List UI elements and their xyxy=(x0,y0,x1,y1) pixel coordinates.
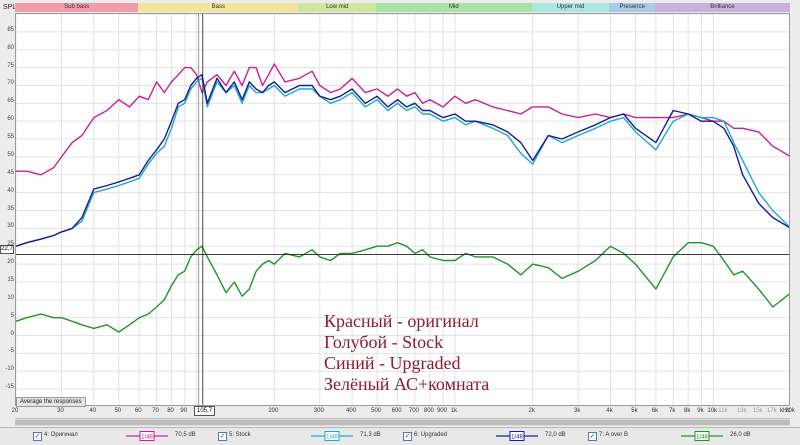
y-tick-label: 55 xyxy=(7,134,14,141)
checkbox-icon[interactable]: ✓ xyxy=(218,432,227,441)
y-tick-label: 70 xyxy=(7,80,14,87)
annotation-line: Синий - Upgraded xyxy=(324,353,461,373)
x-tick-label: 900 xyxy=(437,408,448,414)
cursor-x-readout: 105,7 xyxy=(194,406,216,416)
legend-name: 5: Stock xyxy=(229,432,251,438)
x-tick-label: 7k xyxy=(669,408,676,414)
frequency-band: Presence xyxy=(609,3,655,12)
checkbox-icon[interactable]: ✓ xyxy=(403,432,412,441)
smoothing-label: 1/48 xyxy=(141,435,153,441)
x-tick-label: 17k xyxy=(766,408,777,414)
checkbox-icon[interactable]: ✓ xyxy=(588,432,597,441)
annotation-line: Голубой - Stock xyxy=(324,332,444,352)
x-tick-label: 4k xyxy=(606,408,613,414)
y-tick-label: 20 xyxy=(7,259,14,266)
y-tick-label: 65 xyxy=(7,98,14,105)
x-tick-label: 90 xyxy=(180,408,188,414)
x-tick-label: 10k xyxy=(707,408,718,414)
y-tick-label: 45 xyxy=(7,169,14,176)
frequency-band: Upper mid xyxy=(531,3,610,12)
line-swatch-icon[interactable]: 1/48 xyxy=(126,431,168,441)
x-tick-label: 3k xyxy=(573,408,581,414)
scrollbar-thumb[interactable] xyxy=(15,420,790,425)
y-tick-label: 50 xyxy=(7,151,14,158)
x-tick-label: 200 xyxy=(268,408,279,414)
x-tick-label: 11k xyxy=(718,408,728,414)
x-tick-label: 500 xyxy=(371,408,382,414)
series-group xyxy=(16,63,789,333)
y-tick-label: -15 xyxy=(5,384,14,391)
y-tick-label: 0 xyxy=(10,330,14,337)
x-tick-label: 60 xyxy=(134,408,142,414)
x-tick-label: 1k xyxy=(450,408,458,414)
horizontal-scrollbar[interactable] xyxy=(15,418,790,426)
legend-level: 70,5 dB xyxy=(175,432,196,438)
frequency-band: Bass xyxy=(138,3,299,12)
series-line xyxy=(16,74,789,247)
y-tick-label: 5 xyxy=(10,312,14,319)
checkbox-icon[interactable]: ✓ xyxy=(33,432,42,441)
line-swatch-icon[interactable]: 1/48 xyxy=(311,431,353,441)
legend-level: 26,0 dB xyxy=(730,432,751,438)
x-tick-label: 700 xyxy=(408,408,419,414)
x-tick-label: 400 xyxy=(346,408,357,414)
y-tick-label: 15 xyxy=(7,276,14,283)
y-tick-label: 10 xyxy=(7,294,14,301)
y-tick-label: -5 xyxy=(8,348,14,355)
legend-name: 7: A over B xyxy=(599,432,629,438)
y-tick-label: -10 xyxy=(5,366,14,373)
x-axis-unit: kHz xyxy=(780,408,791,414)
frequency-band: Low mid xyxy=(298,3,377,12)
frequency-band: Mid xyxy=(376,3,532,12)
x-tick-label: 600 xyxy=(391,408,402,414)
y-tick-label: 30 xyxy=(7,223,14,230)
x-tick-label: 5k xyxy=(631,408,638,414)
x-tick-label: 9k xyxy=(697,408,704,414)
smoothing-label: 1/48 xyxy=(511,435,523,441)
smoothing-label: 1/48 xyxy=(696,435,708,441)
x-tick-label: 50 xyxy=(114,408,122,414)
annotation-line: Зелёный АС+комната xyxy=(324,374,490,394)
x-tick-label: 6k xyxy=(651,408,659,414)
legend-bar: ✓ 4: Оригинал 1/48 70,5 dB ✓ 5: Stock 1/… xyxy=(0,427,800,445)
x-tick-label: 70 xyxy=(152,408,159,414)
x-tick-label: 40 xyxy=(89,408,97,414)
y-tick-label: 80 xyxy=(7,44,14,51)
annotation-line: Красный - оригинал xyxy=(324,311,479,331)
x-tick-label: 2k xyxy=(528,408,535,414)
frequency-band-bar: Sub bass Bass Low mid Mid Upper mid Presence B… xyxy=(15,3,790,12)
cursor-y-readout: 22,7 xyxy=(0,245,14,254)
y-tick-label: 60 xyxy=(7,116,14,123)
line-swatch-icon[interactable]: 1/48 xyxy=(681,431,723,441)
frequency-band: Brilliance xyxy=(654,3,790,12)
y-tick-label: 35 xyxy=(7,205,14,212)
legend-name: 4: Оригинал xyxy=(44,432,78,438)
average-responses-button[interactable]: Average the responses xyxy=(16,397,86,407)
annotation-text: Красный - оригинал Голубой - Stock Синий… xyxy=(324,311,489,395)
series-line xyxy=(16,63,789,176)
frequency-band: Sub bass xyxy=(15,3,139,12)
legend-level: 72,0 dB xyxy=(545,432,566,438)
legend-level: 71,3 dB xyxy=(360,432,381,438)
x-tick-label: 800 xyxy=(423,408,434,414)
line-swatch-icon[interactable]: 1/48 xyxy=(496,431,538,441)
legend-name: 6: Upgraded xyxy=(414,432,448,438)
y-tick-label: 40 xyxy=(7,187,14,194)
x-tick-label: 13k xyxy=(736,408,747,414)
x-tick-label: 20 xyxy=(11,408,19,414)
x-tick-label: 300 xyxy=(313,408,324,414)
x-tick-label: 15k xyxy=(752,408,763,414)
x-tick-label: 30 xyxy=(57,408,64,414)
y-tick-label: 85 xyxy=(7,26,14,33)
x-tick-label: 8k xyxy=(684,408,691,414)
x-tick-label: 80 xyxy=(167,408,174,414)
y-tick-label: 75 xyxy=(7,62,14,69)
smoothing-label: 1/48 xyxy=(326,435,338,441)
